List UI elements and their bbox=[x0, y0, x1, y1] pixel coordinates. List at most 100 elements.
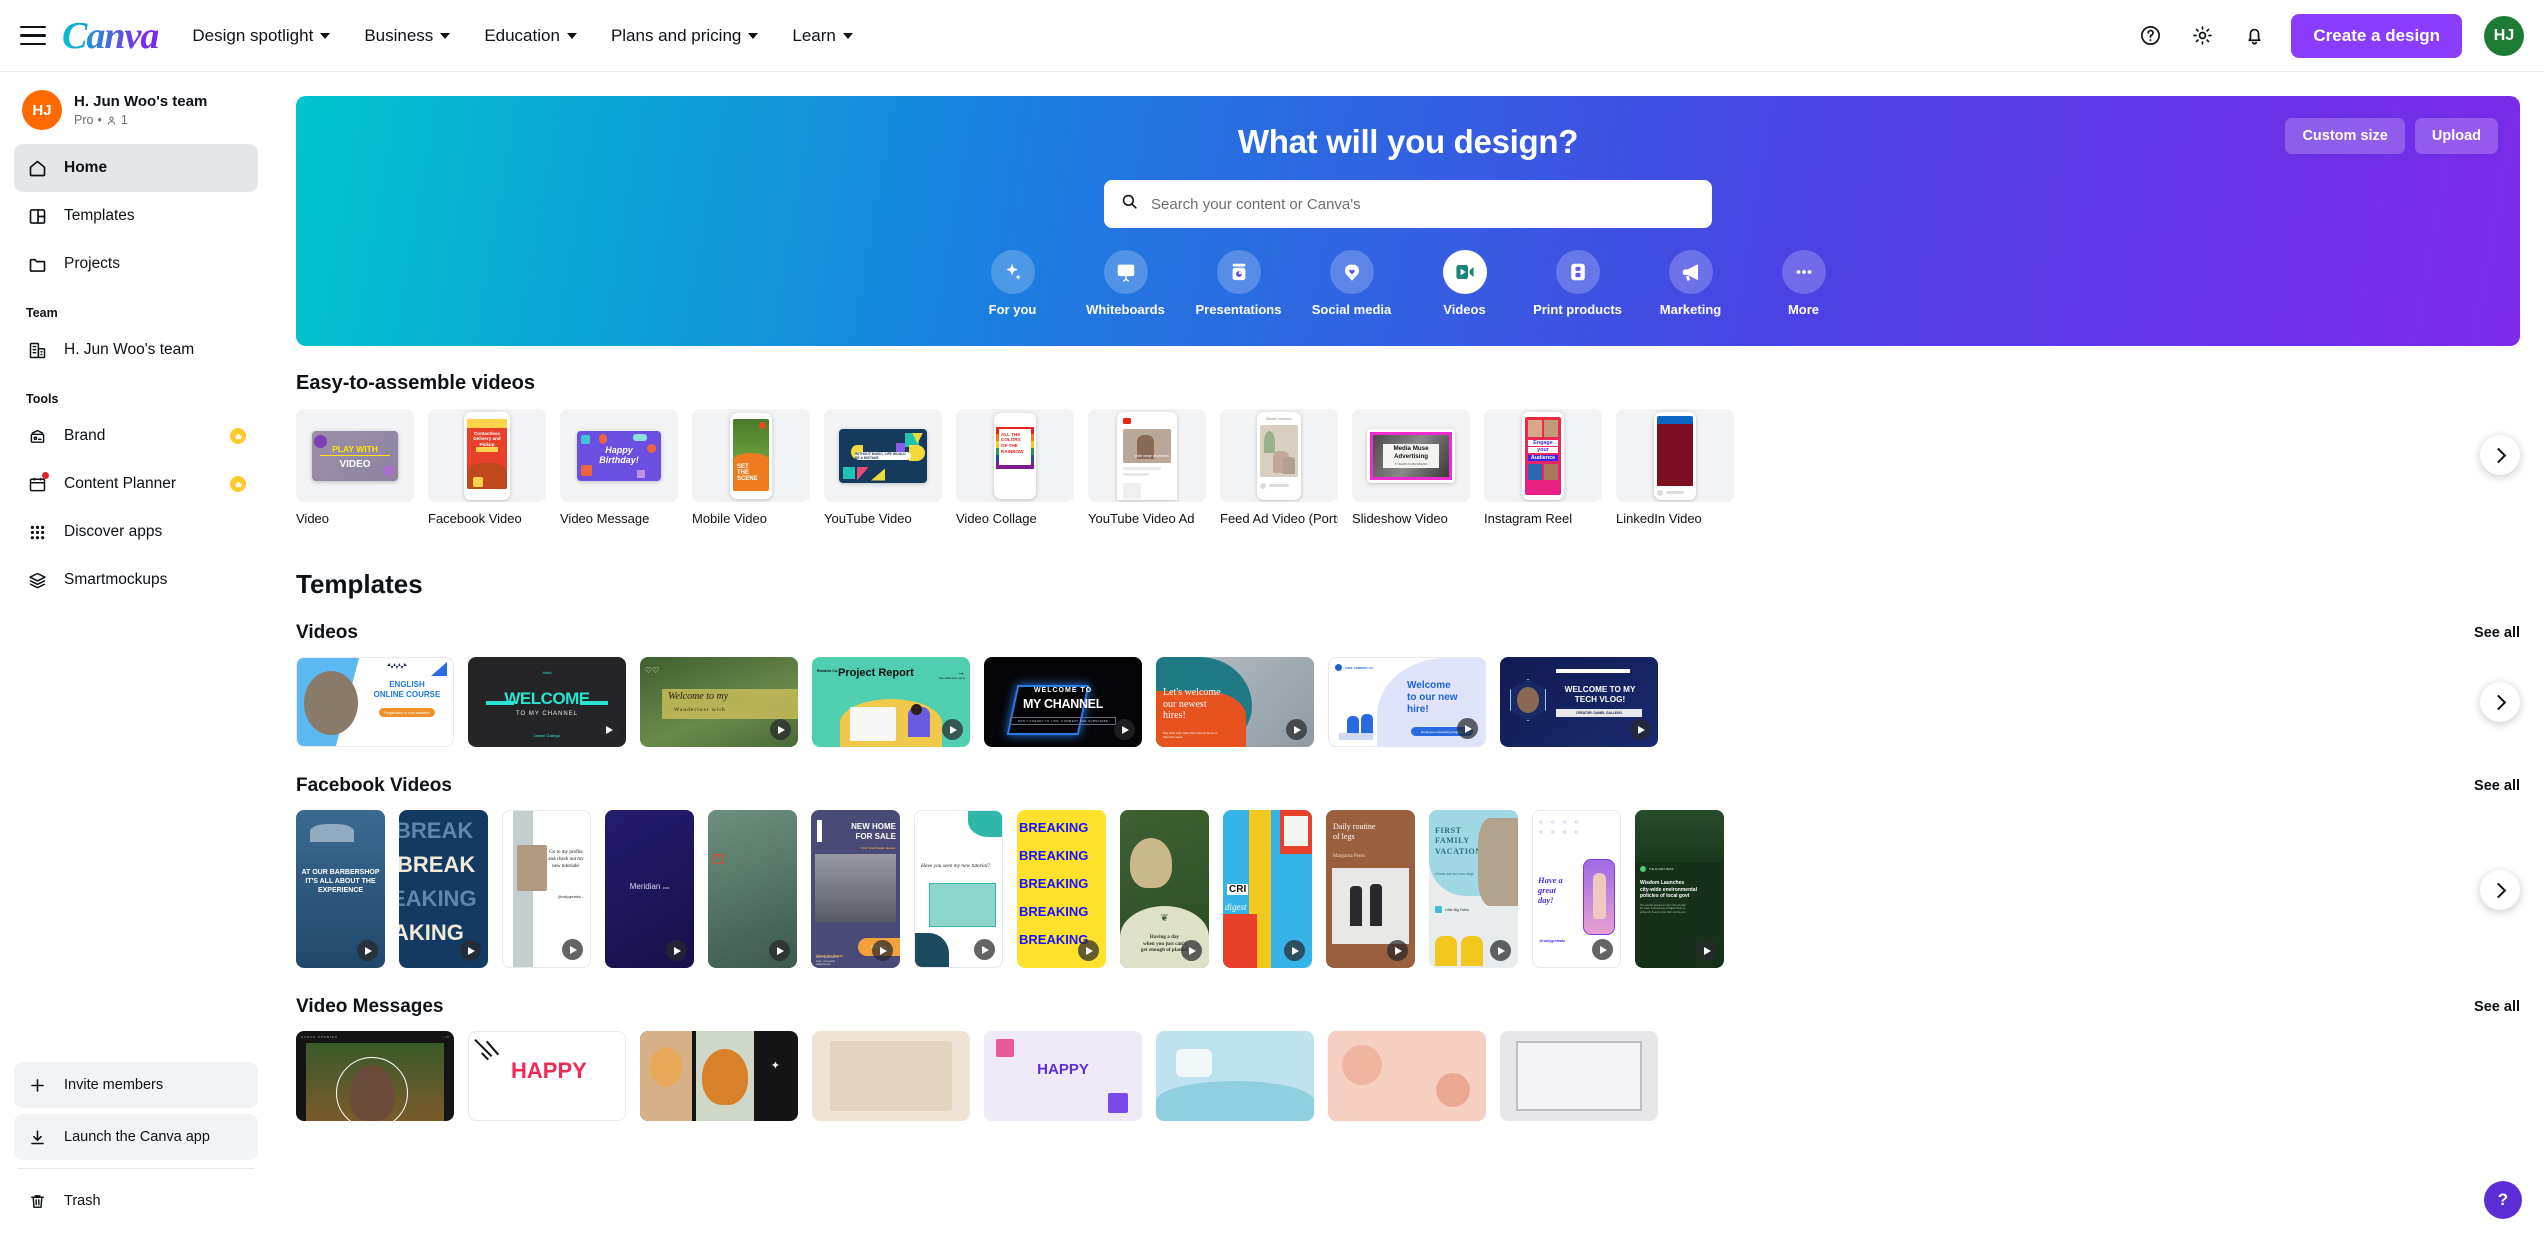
easy-card[interactable]: ALL THE COLORS OF THE RAINBOW Video Collage bbox=[956, 409, 1074, 539]
launch-canva-app-button[interactable]: Launch the Canva app bbox=[14, 1114, 258, 1160]
easy-to-assemble-strip[interactable]: PLAY WITH VIDEO Video Contactless Deliver… bbox=[272, 409, 2544, 539]
template-card[interactable] bbox=[1156, 1031, 1314, 1121]
sidebar-item-content-planner[interactable]: Content Planner bbox=[14, 460, 258, 508]
easy-card[interactable]: Engage your Audience Instagram Reel bbox=[1484, 409, 1602, 539]
template-card[interactable]: WELCOME TO MY CHANNEL DON'T FORGET TO LI… bbox=[984, 657, 1142, 747]
sidebar-item-trash[interactable]: Trash bbox=[14, 1177, 258, 1225]
gear-icon[interactable] bbox=[2187, 21, 2217, 51]
user-avatar[interactable]: HJ bbox=[2484, 15, 2524, 56]
play-icon[interactable] bbox=[769, 940, 790, 961]
play-icon[interactable] bbox=[1387, 940, 1408, 961]
play-icon[interactable] bbox=[357, 940, 378, 961]
category-social-media[interactable]: Social media bbox=[1295, 250, 1408, 317]
template-card[interactable]: ENGLISH ONLINE COURSE Registration is now… bbox=[296, 657, 454, 747]
nav-link-design-spotlight[interactable]: Design spotlight bbox=[192, 26, 331, 46]
nav-link-business[interactable]: Business bbox=[364, 26, 451, 46]
sidebar-item-team[interactable]: H. Jun Woo's team bbox=[14, 326, 258, 374]
search-input[interactable] bbox=[1151, 195, 1696, 213]
custom-size-button[interactable]: Custom size bbox=[2285, 118, 2405, 154]
template-card[interactable]: THE PLANET NEWS Wisdom Launches city-wide… bbox=[1635, 810, 1724, 968]
easy-card[interactable]: Contactless Delivery and Pickup Facebook … bbox=[428, 409, 546, 539]
play-icon[interactable] bbox=[562, 939, 583, 960]
hamburger-menu-icon[interactable] bbox=[20, 25, 46, 46]
easy-card[interactable]: Happy Birthday! Video Message bbox=[560, 409, 678, 539]
see-all-link[interactable]: See all bbox=[2474, 778, 2520, 794]
template-card[interactable]: WELCOME TO MY TECH VLOG! CREATOR: DANIEL … bbox=[1500, 657, 1658, 747]
play-icon[interactable] bbox=[666, 940, 687, 961]
template-card[interactable]: BREAK BREAK EAKING AKING bbox=[399, 810, 488, 968]
sidebar-item-projects[interactable]: Projects bbox=[14, 240, 258, 288]
videos-carousel-next-button[interactable] bbox=[2480, 682, 2520, 722]
help-circle-icon[interactable] bbox=[2135, 21, 2165, 51]
play-icon[interactable] bbox=[1490, 940, 1511, 961]
bell-icon[interactable] bbox=[2239, 21, 2269, 51]
sidebar-item-home[interactable]: Home bbox=[14, 144, 258, 192]
video-messages-template-strip[interactable]: CANVA STORIES ⋯ ⏻ HAPPY ✦ HAPPY bbox=[272, 1031, 2544, 1121]
template-card[interactable]: Let's welcome our newest hires! Say hello … bbox=[1156, 657, 1314, 747]
category-videos[interactable]: Videos bbox=[1408, 250, 1521, 317]
play-icon[interactable] bbox=[1592, 939, 1613, 960]
nav-link-plans-and-pricing[interactable]: Plans and pricing bbox=[611, 26, 759, 46]
template-card[interactable]: Meridian 1903 bbox=[605, 810, 694, 968]
category-for-you[interactable]: For you bbox=[956, 250, 1069, 317]
template-card[interactable]: Having a day when you just can't get enoug… bbox=[1120, 810, 1209, 968]
play-icon[interactable] bbox=[1181, 940, 1202, 961]
easy-card[interactable]: LinkedIn Video bbox=[1616, 409, 1734, 539]
help-floating-button[interactable]: ? bbox=[2484, 1181, 2522, 1219]
category-presentations[interactable]: Presentations bbox=[1182, 250, 1295, 317]
sidebar-item-templates[interactable]: Templates bbox=[14, 192, 258, 240]
team-header[interactable]: HJ H. Jun Woo's team Pro • 1 bbox=[14, 72, 258, 144]
easy-card[interactable]: Mindful moments Feed Ad Video (Portrait) bbox=[1220, 409, 1338, 539]
template-card[interactable]: Have you seen my new tutorial? bbox=[914, 810, 1003, 968]
template-card[interactable] bbox=[1500, 1031, 1658, 1121]
play-icon[interactable] bbox=[1078, 940, 1099, 961]
template-card[interactable]: HAPPY bbox=[468, 1031, 626, 1121]
easy-card[interactable]: PLAY WITH VIDEO Video bbox=[296, 409, 414, 539]
easy-card[interactable]: Wide range of services YouTube Video Ad bbox=[1088, 409, 1206, 539]
sidebar-item-discover-apps[interactable]: Discover apps bbox=[14, 508, 258, 556]
template-card[interactable]: Go to my profile and check out my new tu… bbox=[502, 810, 591, 968]
template-card[interactable]: FIRST FAMILY VACATION Check out our new vl… bbox=[1429, 810, 1518, 968]
play-icon[interactable] bbox=[974, 939, 995, 960]
template-card[interactable]: CANVA STORIES ⋯ ⏻ bbox=[296, 1031, 454, 1121]
template-card[interactable]: Daily routine of legs Margarita Perez bbox=[1326, 810, 1415, 968]
play-icon[interactable] bbox=[942, 719, 963, 740]
category-more[interactable]: More bbox=[1747, 250, 1860, 317]
easy-card[interactable]: SET THE SCENE Mobile Video bbox=[692, 409, 810, 539]
nav-link-education[interactable]: Education bbox=[484, 26, 577, 46]
play-icon[interactable] bbox=[872, 940, 893, 961]
play-icon[interactable] bbox=[1284, 940, 1305, 961]
template-card[interactable] bbox=[1328, 1031, 1486, 1121]
easy-card[interactable]: WITHOUT MUSIC, LIFE WOULD BE A MISTAKE Y… bbox=[824, 409, 942, 539]
template-card[interactable]: COOL COMPANY CO. Welcome to our new hire! … bbox=[1328, 657, 1486, 747]
template-card[interactable]: CRI digest bbox=[1223, 810, 1312, 968]
invite-members-button[interactable]: Invite members bbox=[14, 1062, 258, 1108]
create-a-design-button[interactable]: Create a design bbox=[2291, 13, 2462, 58]
play-icon[interactable] bbox=[1286, 719, 1307, 740]
play-icon[interactable] bbox=[1457, 718, 1478, 739]
search-bar[interactable] bbox=[1104, 180, 1712, 228]
category-print-products[interactable]: Print products bbox=[1521, 250, 1634, 317]
template-card[interactable]: Project Report Rondelo Co. → See what we… bbox=[812, 657, 970, 747]
template-card[interactable] bbox=[812, 1031, 970, 1121]
template-card[interactable]: BREAKING BREAKING BREAKING BREAKING BREA… bbox=[1017, 810, 1106, 968]
play-icon[interactable] bbox=[1630, 719, 1651, 740]
see-all-link[interactable]: See all bbox=[2474, 625, 2520, 641]
template-card[interactable]: « « « « « « « « Have a great day! @reallyg… bbox=[1532, 810, 1621, 968]
sidebar-item-brand[interactable]: Brand bbox=[14, 412, 258, 460]
easy-carousel-next-button[interactable] bbox=[2480, 435, 2520, 475]
facebook-carousel-next-button[interactable] bbox=[2480, 870, 2520, 910]
category-whiteboards[interactable]: Whiteboards bbox=[1069, 250, 1182, 317]
videos-template-strip[interactable]: ENGLISH ONLINE COURSE Registration is now… bbox=[272, 657, 2544, 753]
sidebar-item-smartmockups[interactable]: Smartmockups bbox=[14, 556, 258, 604]
facebook-videos-template-strip[interactable]: AT OUR BARBERSHOP IT'S ALL ABOUT THE EXPER… bbox=[272, 810, 2544, 974]
template-card[interactable]: Q bbox=[708, 810, 797, 968]
nav-link-learn[interactable]: Learn bbox=[792, 26, 853, 46]
see-all-link[interactable]: See all bbox=[2474, 999, 2520, 1015]
template-card[interactable]: ✦ bbox=[640, 1031, 798, 1121]
template-card[interactable]: Welcome to my Wanderlust with ♡♡ bbox=[640, 657, 798, 747]
play-icon[interactable] bbox=[1696, 940, 1717, 961]
upload-button[interactable]: Upload bbox=[2414, 118, 2498, 154]
play-icon[interactable] bbox=[598, 719, 619, 740]
canva-logo[interactable]: Canva bbox=[62, 14, 159, 58]
